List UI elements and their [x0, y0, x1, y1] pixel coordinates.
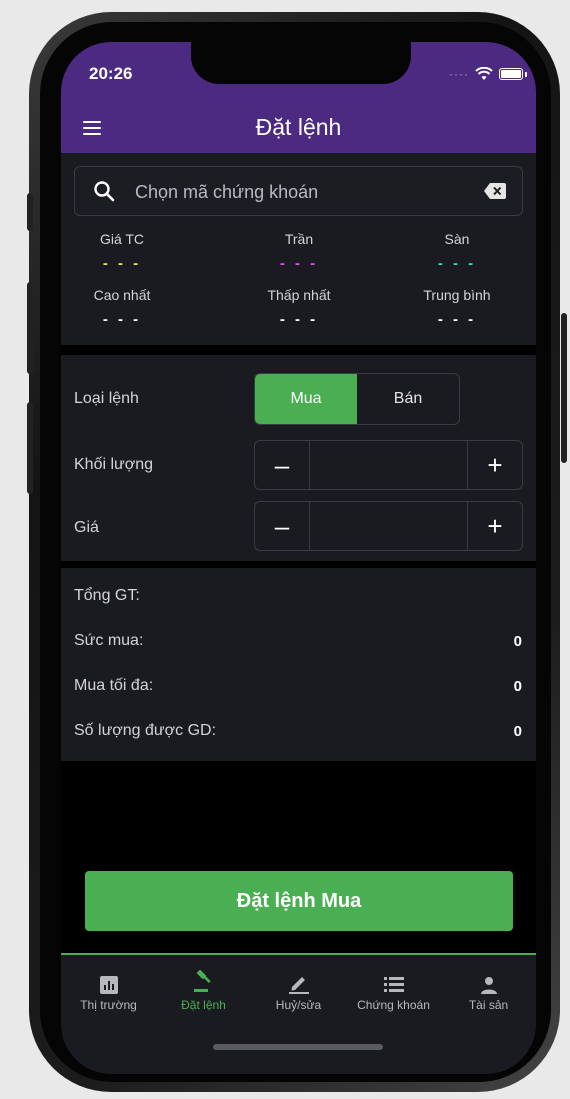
volume-stepper: – + [254, 440, 523, 490]
volume-decrement-button[interactable]: – [255, 441, 309, 489]
app-header: 20:26 ···· Đặt lệnh [61, 42, 536, 153]
battery-icon [498, 68, 523, 80]
stat-label: Trung bình [423, 287, 491, 303]
buying-power-value: 0 [513, 633, 522, 650]
phone-side-button [27, 282, 33, 374]
stat-ceiling-price: Trần - - - [229, 231, 369, 272]
phone-side-button [27, 193, 33, 231]
stat-label: Giá TC [99, 231, 145, 247]
stat-value: - - - [102, 255, 142, 272]
chart-icon [99, 976, 118, 994]
tradable-quantity-value: 0 [513, 723, 522, 740]
status-icons: ···· [449, 64, 527, 84]
submit-order-button[interactable]: Đặt lệnh Mua [85, 871, 513, 931]
stat-value: - - - [102, 311, 142, 328]
tradable-quantity-label: Số lượng được GD: [74, 722, 217, 739]
max-buy-label: Mua tối đa: [74, 677, 154, 694]
wifi-icon [475, 67, 493, 80]
list-icon [383, 977, 404, 992]
tab-place-order[interactable]: Đặt lệnh [156, 970, 251, 1012]
stat-value: - - - [279, 255, 319, 272]
price-label: Giá [74, 519, 99, 536]
volume-increment-button[interactable]: + [468, 441, 522, 489]
home-indicator[interactable] [213, 1044, 383, 1050]
max-buy-value: 0 [513, 678, 522, 695]
price-stepper: – + [254, 501, 523, 551]
order-type-label: Loại lệnh [74, 390, 139, 407]
bottom-tab-bar: Thị trường Đặt lệnh Huỷ/sửa Chứng khoán … [61, 953, 536, 1074]
total-value-label: Tổng GT: [74, 587, 140, 604]
stat-label: Thấp nhất [267, 287, 331, 303]
stat-value: - - - [437, 255, 477, 272]
phone-side-button [27, 402, 33, 494]
volume-label: Khối lượng [74, 456, 154, 473]
battery-cap [524, 71, 527, 77]
signal-icon: ···· [449, 67, 469, 81]
status-time: 20:26 [89, 64, 133, 83]
tab-assets[interactable]: Tài sản [441, 970, 536, 1012]
buying-power-label: Sức mua: [74, 632, 144, 649]
stat-floor-price: Sàn - - - [387, 231, 527, 272]
stat-label: Trần [284, 231, 314, 247]
search-icon [94, 181, 115, 202]
stat-average: Trung bình - - - [387, 287, 527, 328]
tab-label: Huỷ/sửa [275, 998, 322, 1012]
stat-label: Sàn [444, 231, 470, 247]
tab-label: Thị trường [80, 998, 137, 1012]
stat-reference-price: Giá TC - - - [61, 231, 192, 272]
tab-label: Tài sản [468, 998, 509, 1012]
tab-securities[interactable]: Chứng khoán [346, 970, 441, 1012]
price-input[interactable] [309, 502, 468, 550]
stat-label: Cao nhất [93, 287, 151, 303]
tab-cancel-edit[interactable]: Huỷ/sửa [251, 970, 346, 1012]
stat-low: Thấp nhất - - - [229, 287, 369, 328]
phone-side-button [561, 313, 567, 463]
volume-input[interactable] [309, 441, 468, 489]
search-input[interactable]: Chọn mã chứng khoán [74, 166, 523, 216]
stat-value: - - - [437, 311, 477, 328]
price-increment-button[interactable]: + [468, 502, 522, 550]
price-decrement-button[interactable]: – [255, 502, 309, 550]
stat-value: - - - [279, 311, 319, 328]
notch [191, 42, 411, 84]
page-title: Đặt lệnh [255, 114, 342, 140]
sell-tab[interactable]: Bán [357, 374, 459, 424]
person-icon [480, 977, 497, 994]
search-placeholder: Chọn mã chứng khoán [135, 182, 319, 202]
stat-high: Cao nhất - - - [61, 287, 192, 328]
buy-tab[interactable]: Mua [255, 374, 357, 424]
pencil-icon [288, 977, 309, 994]
app-screen: 20:26 ···· Đặt lệnh Chọn mã chứng khoán [61, 42, 536, 1074]
tab-market[interactable]: Thị trường [61, 970, 156, 1012]
tab-label: Đặt lệnh [181, 998, 226, 1012]
tab-label: Chứng khoán [357, 998, 430, 1012]
clear-icon[interactable] [484, 183, 506, 199]
order-side-toggle: Mua Bán [254, 373, 460, 425]
gavel-icon [193, 970, 211, 992]
